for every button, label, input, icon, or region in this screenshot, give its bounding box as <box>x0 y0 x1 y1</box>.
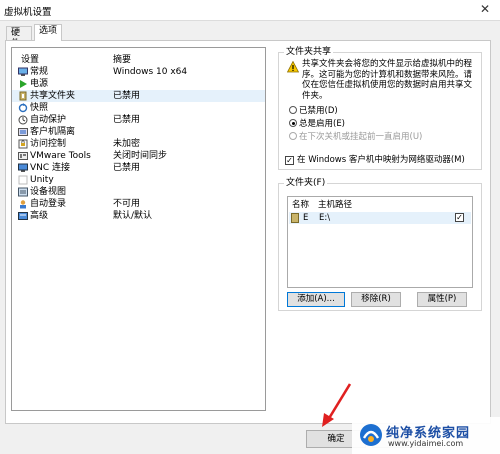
radio-disabled[interactable]: 已禁用(D) <box>289 105 338 117</box>
settings-item-advanced[interactable]: 高级 默认/默认 <box>12 210 265 222</box>
settings-item-label: 电源 <box>30 79 49 89</box>
advanced-icon <box>18 211 28 221</box>
settings-item-access-control[interactable]: 访问控制 未加密 <box>12 138 265 150</box>
column-name: 名称 <box>292 200 310 210</box>
settings-item-summary: Windows 10 x64 <box>113 67 188 77</box>
folders-list-header: 名称 主机路径 <box>288 199 472 211</box>
settings-item-label: 客户机隔离 <box>30 127 76 137</box>
settings-item-guest-isolation[interactable]: 客户机隔离 <box>12 126 265 138</box>
window-title: 虚拟机设置 <box>4 7 52 18</box>
settings-item-autologin[interactable]: 自动登录 不可用 <box>12 198 265 210</box>
watermark-url: www.yidaimei.com <box>388 439 464 448</box>
shared-folder-icon <box>18 91 28 101</box>
settings-item-snapshot[interactable]: 快照 <box>12 102 265 114</box>
isolation-icon <box>18 127 28 137</box>
settings-item-summary: 未加密 <box>113 139 141 149</box>
folder-sharing-title: 文件夹共享 <box>284 46 334 58</box>
close-button[interactable]: ✕ <box>478 2 492 16</box>
header-summary: 摘要 <box>113 55 132 65</box>
settings-item-summary: 已禁用 <box>113 163 141 173</box>
radio-label: 在下次关机或挂起前一直启用(U) <box>299 132 423 142</box>
radio-always-enabled[interactable]: 总是启用(E) <box>289 118 345 130</box>
settings-item-label: 快照 <box>30 103 49 113</box>
watermark: 纯净系统家园 www.yidaimei.com <box>352 417 500 454</box>
settings-item-summary: 已禁用 <box>113 91 141 101</box>
settings-item-label: VNC 连接 <box>30 163 71 173</box>
folder-row[interactable]: E E:\ ✓ <box>289 212 471 224</box>
settings-item-summary: 关闭时间同步 <box>113 151 168 161</box>
add-button[interactable]: 添加(A)... <box>287 292 345 307</box>
settings-item-unity[interactable]: Unity <box>12 174 265 186</box>
settings-item-summary: 默认/默认 <box>113 211 153 221</box>
settings-item-summary: 不可用 <box>113 199 141 209</box>
snapshot-icon <box>18 103 28 113</box>
device-view-icon <box>18 187 28 197</box>
settings-item-label: 高级 <box>30 211 49 221</box>
autoprotect-icon <box>18 115 28 125</box>
properties-button[interactable]: 属性(P) <box>417 292 467 307</box>
map-network-drive-checkbox[interactable]: ✓ 在 Windows 客户机中映射为网络驱动器(M) <box>285 154 465 166</box>
settings-item-label: Unity <box>30 175 54 185</box>
settings-item-device-view[interactable]: 设备视图 <box>12 186 265 198</box>
folder-path: E:\ <box>319 213 331 223</box>
vmware-tools-icon <box>18 151 28 161</box>
title-bar: 虚拟机设置 ✕ <box>0 0 500 21</box>
monitor-icon <box>18 67 28 77</box>
shared-folder-icon <box>291 213 299 223</box>
settings-list[interactable]: 设置 摘要 常规 Windows 10 x64 电源 共享文件夹 已禁用 快照 … <box>11 47 266 411</box>
radio-button <box>289 132 297 140</box>
radio-until-poweroff: 在下次关机或挂起前一直启用(U) <box>289 131 422 143</box>
warning-text: 共享文件夹会将您的文件显示给虚拟机中的程序。这可能为您的计算机和数据带来风险。请… <box>302 59 473 101</box>
settings-item-vmware-tools[interactable]: VMware Tools 关闭时间同步 <box>12 150 265 162</box>
folders-list[interactable]: 名称 主机路径 E E:\ ✓ <box>287 196 473 288</box>
settings-item-vnc[interactable]: VNC 连接 已禁用 <box>12 162 265 174</box>
tab-hardware[interactable]: 硬件 <box>6 26 32 49</box>
radio-button[interactable] <box>289 106 297 114</box>
tab-options[interactable]: 选项 <box>34 24 62 41</box>
settings-item-label: 常规 <box>30 67 49 77</box>
settings-item-shared-folders[interactable]: 共享文件夹 已禁用 <box>12 90 265 102</box>
settings-item-power[interactable]: 电源 <box>12 78 265 90</box>
settings-item-general[interactable]: 常规 Windows 10 x64 <box>12 66 265 78</box>
access-control-icon <box>18 139 28 149</box>
settings-item-label: 自动登录 <box>30 199 67 209</box>
settings-list-header: 设置 摘要 <box>12 52 265 65</box>
settings-item-label: 共享文件夹 <box>30 91 76 101</box>
folders-group: 文件夹(F) 名称 主机路径 E E:\ ✓ 添加(A)... 移除(R) 属性… <box>278 177 482 311</box>
autologin-icon <box>18 199 28 209</box>
watermark-logo-icon <box>360 424 382 446</box>
column-host-path: 主机路径 <box>318 200 353 210</box>
folder-enabled-checkbox[interactable]: ✓ <box>455 213 464 222</box>
radio-label: 总是启用(E) <box>299 119 346 129</box>
settings-item-label: 自动保护 <box>30 115 67 125</box>
unity-icon <box>18 175 28 185</box>
settings-item-autoprotect[interactable]: 自动保护 已禁用 <box>12 114 265 126</box>
header-setting: 设置 <box>21 55 40 65</box>
folder-sharing-group: 文件夹共享 共享文件夹会将您的文件显示给虚拟机中的程序。这可能为您的计算机和数据… <box>278 46 482 170</box>
checkbox-label: 在 Windows 客户机中映射为网络驱动器(M) <box>297 155 465 165</box>
vnc-icon <box>18 163 28 173</box>
warning-icon <box>286 60 300 73</box>
settings-item-summary: 已禁用 <box>113 115 141 125</box>
settings-item-label: 访问控制 <box>30 139 67 149</box>
play-icon <box>18 79 28 89</box>
folder-name: E <box>303 213 309 223</box>
radio-button[interactable] <box>289 119 297 127</box>
checkbox[interactable]: ✓ <box>285 156 294 165</box>
settings-item-label: 设备视图 <box>30 187 67 197</box>
folders-title: 文件夹(F) <box>284 177 328 189</box>
remove-button[interactable]: 移除(R) <box>351 292 401 307</box>
settings-item-label: VMware Tools <box>30 151 91 161</box>
radio-label: 已禁用(D) <box>299 106 338 116</box>
